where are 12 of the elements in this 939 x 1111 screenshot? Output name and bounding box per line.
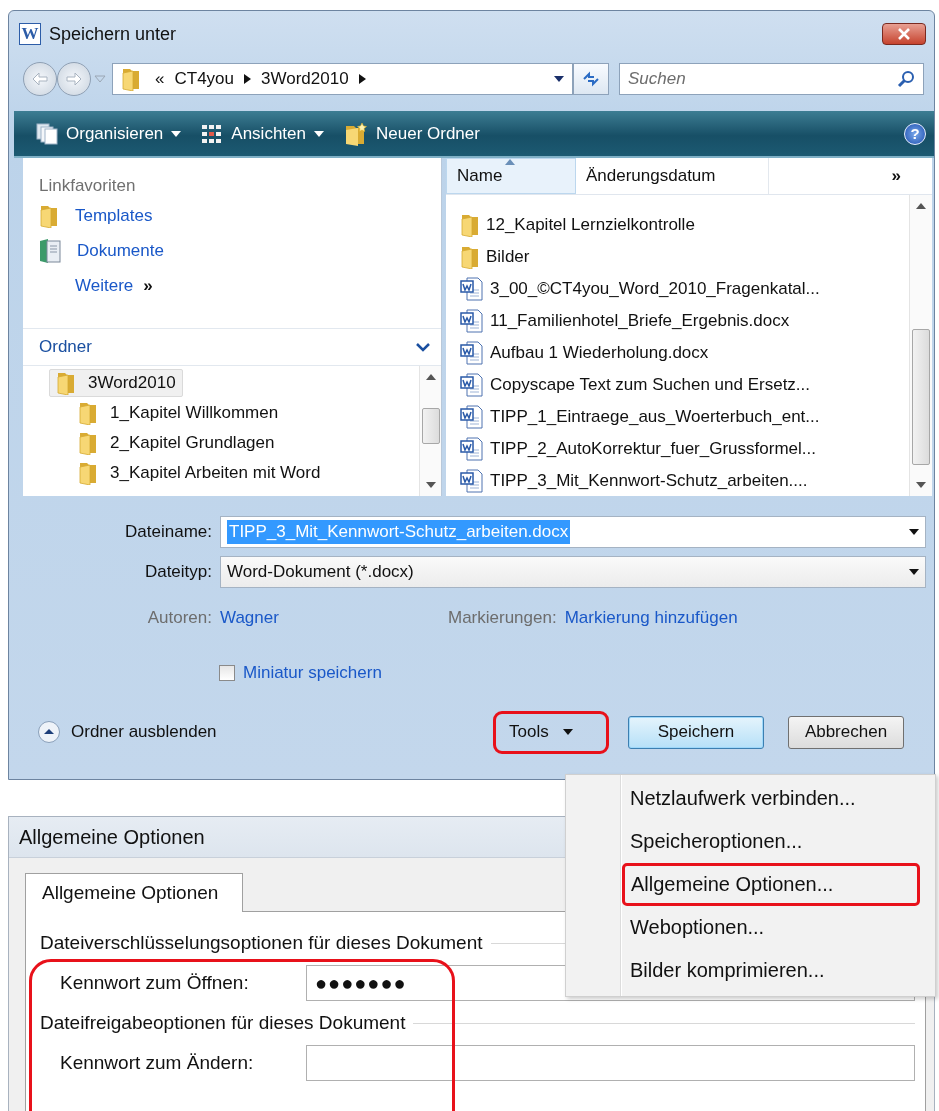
app-icon: W <box>19 23 41 45</box>
section-heading: Linkfavoriten <box>38 175 137 197</box>
field-label: Dateityp: <box>143 562 213 582</box>
field-label: Kennwort zum Öffnen: <box>60 972 250 994</box>
field-label: Autoren: <box>146 608 213 628</box>
section-heading: Dateiverschlüsselungsoptionen für dieses Dokument <box>40 932 483 954</box>
field-label: Markierungen: <box>448 608 557 628</box>
section-heading: Ordner <box>39 337 92 357</box>
field-label: Kennwort zum Ändern: <box>60 1052 255 1074</box>
window-title: Speichern unter <box>49 23 178 45</box>
section-heading: Dateifreigabeoptionen für dieses Dokument <box>40 1012 406 1034</box>
field-label: Dateiname: <box>124 522 213 542</box>
